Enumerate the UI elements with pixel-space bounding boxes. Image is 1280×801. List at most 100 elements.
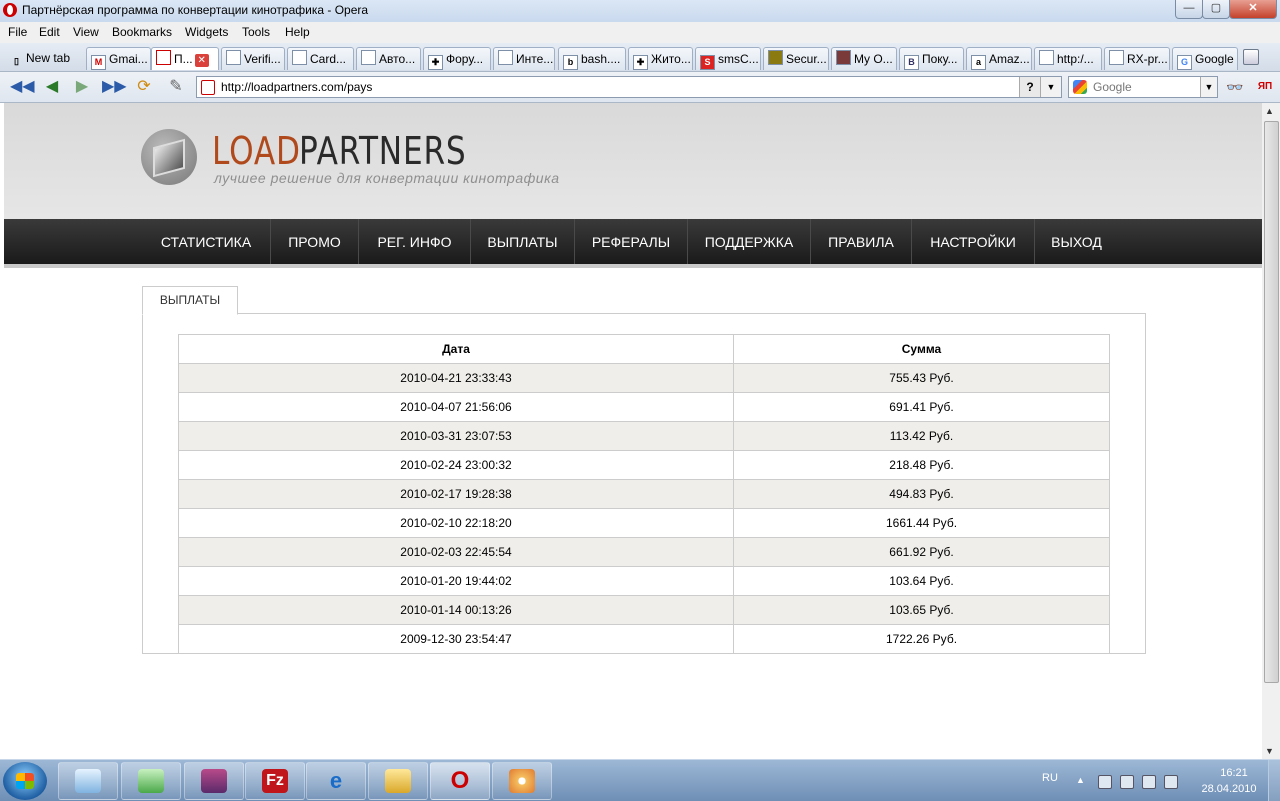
table-row: 2009-12-30 23:54:47 1722.26 Руб. bbox=[178, 624, 1110, 654]
taskbar-opera-icon[interactable]: O bbox=[430, 762, 490, 800]
language-indicator[interactable]: RU bbox=[1042, 772, 1058, 784]
edit-icon[interactable]: ✎ bbox=[166, 77, 186, 97]
gmail-icon: M bbox=[91, 55, 106, 70]
fast-forward-icon[interactable]: ▶▶ bbox=[102, 77, 127, 97]
glasses-icon[interactable]: 👓 bbox=[1225, 77, 1245, 97]
tab-my-o[interactable]: My O... bbox=[831, 47, 897, 70]
maximize-button[interactable]: ▢ bbox=[1202, 0, 1230, 19]
page-icon bbox=[1109, 50, 1124, 65]
tray-volume-icon[interactable] bbox=[1164, 775, 1178, 789]
close-tab-icon[interactable]: ✕ bbox=[194, 54, 209, 67]
address-url[interactable]: http://loadpartners.com/pays bbox=[221, 80, 372, 94]
tab-payouts[interactable]: ВЫПЛАТЫ bbox=[142, 286, 238, 315]
nav-statistics[interactable]: СТАТИСТИКА bbox=[142, 219, 271, 264]
tab-active-loadpartners[interactable]: П... ✕ bbox=[151, 47, 219, 70]
menu-file[interactable]: File bbox=[8, 25, 27, 39]
tab-zhito[interactable]: ✚ Жито... bbox=[628, 47, 693, 70]
tab-secur[interactable]: Secur... bbox=[763, 47, 829, 70]
search-field[interactable]: Google ▼ bbox=[1068, 76, 1218, 98]
taskbar-notepad-icon[interactable] bbox=[58, 762, 118, 800]
nav-payouts[interactable]: ВЫПЛАТЫ bbox=[471, 219, 575, 264]
vertical-scrollbar[interactable]: ▲ ▼ bbox=[1262, 103, 1280, 759]
tab-new-tab[interactable]: ▯ New tab bbox=[6, 47, 82, 69]
tab-gmail[interactable]: M Gmai... bbox=[86, 47, 151, 70]
tab-forum[interactable]: ✚ Фору... bbox=[423, 47, 491, 70]
site-header: LOAD PARTNERS лучшее решение для конверт… bbox=[4, 103, 1262, 219]
nav-logout[interactable]: ВЫХОД bbox=[1035, 219, 1118, 264]
google-icon bbox=[1073, 80, 1087, 94]
taskbar-explorer-icon[interactable] bbox=[368, 762, 428, 800]
nav-support[interactable]: ПОДДЕРЖКА bbox=[688, 219, 811, 264]
site-info-button[interactable]: ? bbox=[1019, 77, 1040, 97]
nav-settings[interactable]: НАСТРОЙКИ bbox=[912, 219, 1035, 264]
forward-icon[interactable]: ▶ bbox=[72, 77, 92, 97]
chevron-down-icon[interactable]: ▼ bbox=[1040, 77, 1061, 97]
minimize-button[interactable]: — bbox=[1175, 0, 1203, 19]
menu-help[interactable]: Help bbox=[285, 25, 310, 39]
page-icon bbox=[361, 50, 376, 65]
tab-amazon[interactable]: a Amaz... bbox=[966, 47, 1032, 70]
menu-bookmarks[interactable]: Bookmarks bbox=[112, 25, 172, 39]
table-row: 2010-04-21 23:33:43 755.43 Руб. bbox=[178, 363, 1110, 393]
tab-poku[interactable]: B Поку... bbox=[899, 47, 964, 70]
cell-date: 2010-01-20 19:44:02 bbox=[178, 566, 734, 596]
clock-time[interactable]: 16:21 bbox=[1208, 767, 1260, 779]
taskbar-ie-icon[interactable]: e bbox=[306, 762, 366, 800]
show-desktop-button[interactable] bbox=[1268, 760, 1280, 801]
trash-icon[interactable] bbox=[1243, 49, 1259, 65]
scroll-up-icon[interactable]: ▲ bbox=[1265, 106, 1274, 116]
address-bar[interactable]: http://loadpartners.com/pays ? ▼ bbox=[196, 76, 1062, 98]
tab-bash[interactable]: b bash.... bbox=[558, 47, 626, 70]
navigation-toolbar: ◀◀ ◀ ▶ ▶▶ ⟳ ✎ http://loadpartners.com/pa… bbox=[0, 72, 1280, 103]
scrollbar-thumb[interactable] bbox=[1264, 121, 1279, 683]
yandex-icon[interactable]: ЯП bbox=[1255, 77, 1275, 97]
page-icon bbox=[156, 50, 171, 65]
back-icon[interactable]: ◀ bbox=[42, 77, 62, 97]
rewind-icon[interactable]: ◀◀ bbox=[10, 77, 35, 97]
menu-bar: File Edit View Bookmarks Widgets Tools H… bbox=[0, 22, 1280, 43]
tray-flag-icon[interactable] bbox=[1098, 775, 1112, 789]
menu-view[interactable]: View bbox=[73, 25, 99, 39]
clock-date[interactable]: 28.04.2010 bbox=[1196, 783, 1262, 795]
menu-widgets[interactable]: Widgets bbox=[185, 25, 228, 39]
cell-date: 2010-04-21 23:33:43 bbox=[178, 363, 734, 393]
tab-http[interactable]: http:/... bbox=[1034, 47, 1102, 70]
menu-edit[interactable]: Edit bbox=[39, 25, 60, 39]
taskbar-paint-icon[interactable] bbox=[492, 762, 552, 800]
chevron-down-icon[interactable]: ▼ bbox=[1200, 77, 1217, 97]
taskbar-chat-icon[interactable] bbox=[121, 762, 181, 800]
tab-avto[interactable]: Авто... bbox=[356, 47, 421, 70]
tab-verifi[interactable]: Verifi... bbox=[221, 47, 285, 70]
cell-amount: 113.42 Руб. bbox=[733, 421, 1110, 451]
logo-load-text: LOAD bbox=[212, 129, 301, 173]
tray-expand-icon[interactable]: ▲ bbox=[1076, 775, 1088, 787]
nav-reg-info[interactable]: РЕГ. ИНФО bbox=[359, 219, 471, 264]
page-icon bbox=[836, 50, 851, 65]
scroll-down-icon[interactable]: ▼ bbox=[1265, 746, 1274, 756]
page-icon: ✚ bbox=[428, 55, 443, 70]
taskbar-filezilla-icon[interactable]: Fz bbox=[245, 762, 305, 800]
taskbar: Fz e O RU ▲ 16:21 28.04.2010 bbox=[0, 759, 1280, 801]
window-title: Партнёрская программа по конвертации кин… bbox=[22, 3, 369, 17]
close-window-button[interactable]: ✕ bbox=[1229, 0, 1277, 19]
logo-icon bbox=[141, 129, 197, 185]
cell-date: 2010-03-31 23:07:53 bbox=[178, 421, 734, 451]
logo-partners-text: PARTNERS bbox=[299, 129, 467, 173]
menu-tools[interactable]: Tools bbox=[242, 25, 270, 39]
tab-inte[interactable]: Инте... bbox=[493, 47, 555, 70]
tray-device-icon[interactable] bbox=[1120, 775, 1134, 789]
tab-google[interactable]: G Google bbox=[1172, 47, 1238, 70]
reload-icon[interactable]: ⟳ bbox=[134, 77, 154, 97]
taskbar-winrar-icon[interactable] bbox=[184, 762, 244, 800]
table-row: 2010-02-10 22:18:20 1661.44 Руб. bbox=[178, 508, 1110, 538]
tab-card[interactable]: Card... bbox=[287, 47, 354, 70]
tray-network-icon[interactable] bbox=[1142, 775, 1156, 789]
nav-referrals[interactable]: РЕФЕРАЛЫ bbox=[575, 219, 688, 264]
tab-rx-pr[interactable]: RX-pr... bbox=[1104, 47, 1170, 70]
page-icon bbox=[768, 50, 783, 65]
nav-rules[interactable]: ПРАВИЛА bbox=[811, 219, 912, 264]
nav-promo[interactable]: ПРОМО bbox=[271, 219, 359, 264]
tab-smsc[interactable]: SsmsC... bbox=[695, 47, 761, 70]
start-button[interactable] bbox=[3, 762, 47, 800]
logo-tagline: лучшее решение для конвертации кинотрафи… bbox=[214, 170, 560, 186]
